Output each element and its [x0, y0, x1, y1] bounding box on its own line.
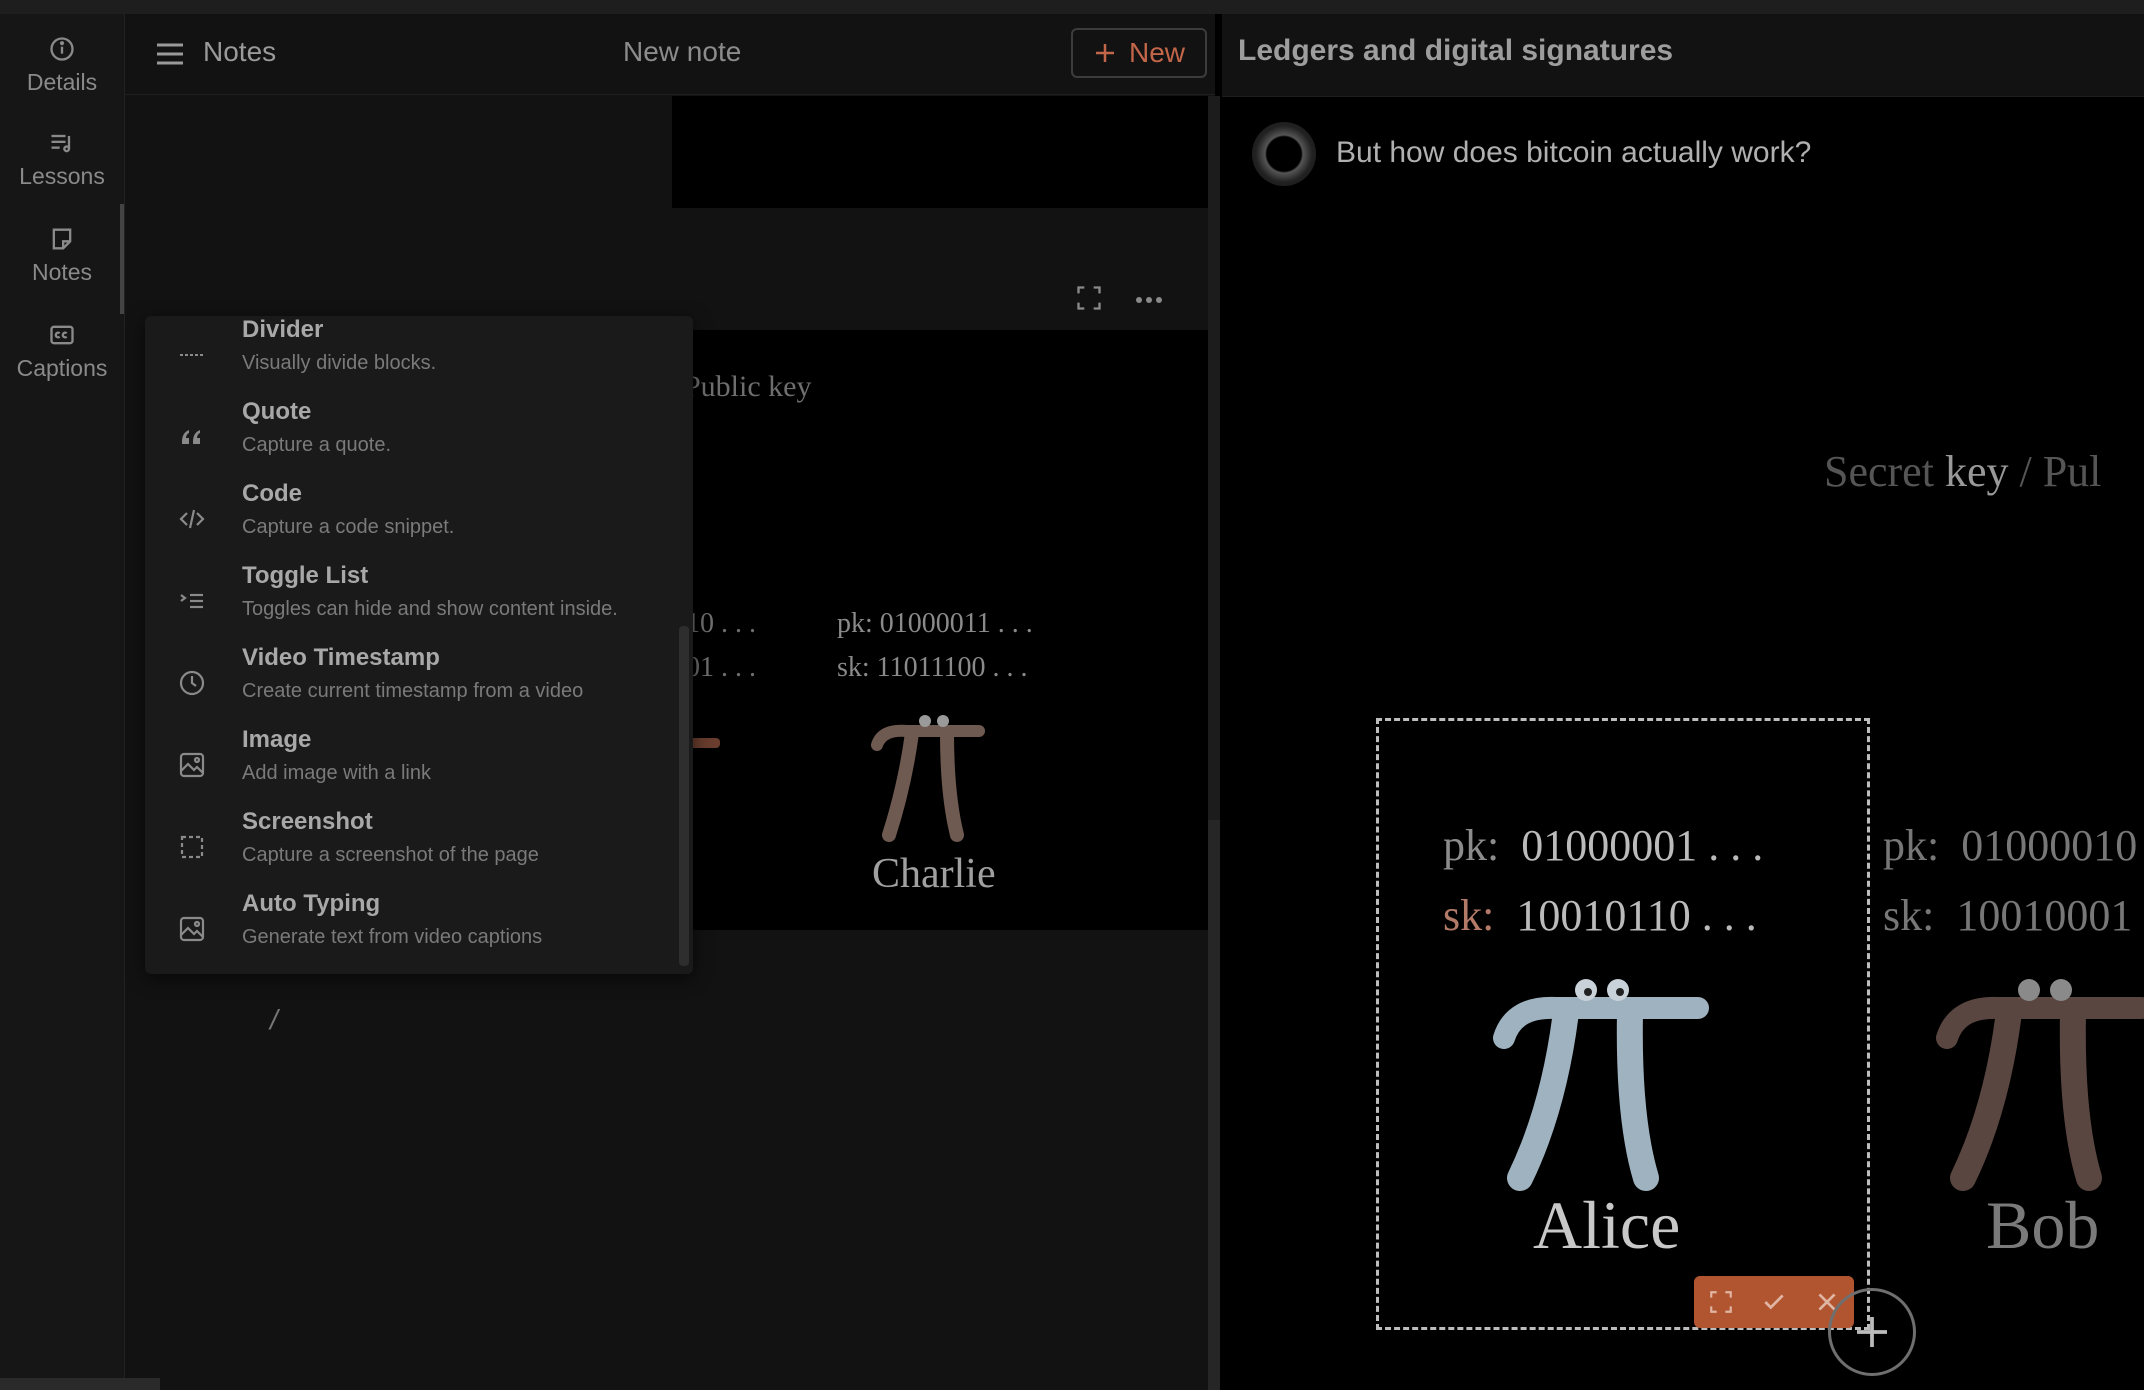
new-note-button[interactable]: New: [1071, 28, 1207, 78]
channel-logo-icon: [1252, 122, 1316, 186]
video-header: Ledgers and digital signatures: [1222, 14, 2144, 97]
menu-item-desc: Add image with a link: [242, 762, 431, 784]
auto-typing-icon: [179, 916, 205, 942]
lesson-title: Ledgers and digital signatures: [1238, 34, 1674, 67]
rail-item-notes[interactable]: Notes: [0, 210, 124, 300]
note-image-public-key: Public key: [684, 370, 812, 403]
menu-item-title: Video Timestamp: [242, 644, 440, 671]
menu-item-auto-typing[interactable]: Auto Typing Generate text from video cap…: [145, 890, 685, 972]
menu-icon[interactable]: [155, 42, 185, 66]
menu-item-desc: Capture a quote.: [242, 434, 391, 456]
pi-character-bob: [1936, 979, 2144, 1191]
menu-item-desc: Capture a screenshot of the page: [242, 844, 539, 866]
rail-active-indicator: [120, 204, 124, 314]
captions-icon: [50, 325, 74, 344]
key-word: key: [1944, 447, 2009, 496]
notes-title: Notes: [203, 36, 277, 67]
menu-item-title: Divider: [242, 316, 324, 343]
rail-label-captions: Captions: [16, 354, 108, 381]
plus-icon: [1095, 44, 1114, 62]
alice-name: Alice: [1533, 1187, 1681, 1263]
crosshair-cursor: [1828, 1288, 1916, 1376]
bob-pk: pk: 01000010: [1883, 820, 2137, 871]
alice-pk-value: 01000001 . . .: [1521, 821, 1764, 870]
confirm-check-icon[interactable]: [1761, 1289, 1787, 1315]
menu-item-desc: Toggles can hide and show content inside…: [242, 598, 618, 620]
rail-item-lessons[interactable]: Lessons: [0, 114, 124, 204]
menu-item-desc: Generate text from video captions: [242, 926, 543, 948]
alice-pk: pk: 01000001 . . .: [1443, 820, 1763, 871]
alice-sk-label: sk:: [1443, 891, 1495, 940]
toggle-list-icon: [180, 593, 203, 609]
new-button-label: New: [1128, 37, 1185, 68]
note-screenshot-image: Public key 010 . . . 001 . . . pk: 01000…: [672, 330, 1212, 930]
image-icon: [179, 752, 205, 778]
menu-item-title: Auto Typing: [242, 890, 381, 917]
pi-character-charlie: [871, 715, 985, 842]
note-icon: [52, 228, 72, 249]
menu-item-quote[interactable]: Quote Capture a quote.: [145, 398, 685, 480]
note-image-sk: sk: 11011100 . . .: [837, 652, 1028, 683]
menu-item-image[interactable]: Image Add image with a link: [145, 726, 685, 808]
menu-item-title: Toggle List: [242, 562, 369, 589]
editor-slash-input[interactable]: /: [270, 1004, 278, 1036]
menu-item-divider[interactable]: Divider Visually divide blocks.: [145, 316, 685, 398]
more-icon[interactable]: [1135, 296, 1163, 304]
alice-sk: sk: 10010110 . . .: [1443, 890, 1757, 941]
bob-sk-label: sk:: [1883, 891, 1935, 940]
video-channel-title: But how does bitcoin actually work?: [1336, 136, 1812, 169]
left-rail: Details Lessons Notes Captions: [0, 14, 125, 1390]
notes-header: Notes New note New: [125, 14, 1215, 95]
screenshot-icon: [180, 835, 204, 859]
clock-icon: [179, 670, 205, 696]
notes-scrollbar[interactable]: [1208, 820, 1220, 1390]
rail-item-captions[interactable]: Captions: [0, 306, 124, 396]
fullscreen-icon[interactable]: [1075, 284, 1103, 312]
video-player[interactable]: But how does bitcoin actually work? Secr…: [1228, 98, 2144, 1390]
bob-sk: sk: 10010001: [1883, 890, 2132, 941]
code-icon: [179, 509, 205, 529]
menu-item-code[interactable]: Code Capture a code snippet.: [145, 480, 685, 562]
quote-icon: [182, 430, 200, 444]
rail-label-lessons: Lessons: [19, 162, 105, 189]
rail-item-details[interactable]: Details: [0, 20, 124, 110]
pi-character-alice: [1493, 979, 1709, 1191]
menu-item-screenshot[interactable]: Screenshot Capture a screenshot of the p…: [145, 808, 685, 890]
info-icon: [50, 36, 74, 61]
rail-label-details: Details: [26, 68, 98, 95]
menu-item-desc: Create current timestamp from a video: [242, 680, 584, 702]
note-image-pk: pk: 01000011 . . .: [837, 608, 1033, 639]
bob-sk-value: 10010001: [1956, 891, 2133, 940]
divider-icon: [180, 354, 204, 356]
slash-command-menu: Divider Visually divide blocks. Quote Ca…: [145, 316, 693, 974]
bob-name: Bob: [1986, 1187, 2100, 1263]
bob-pk-label: pk:: [1883, 821, 1940, 870]
menu-item-title: Image: [242, 726, 312, 753]
playlist-icon: [51, 134, 71, 152]
rail-label-notes: Notes: [31, 258, 93, 285]
menu-item-title: Screenshot: [242, 808, 373, 835]
menu-item-desc: Visually divide blocks.: [242, 352, 437, 374]
crop-fullscreen-icon[interactable]: [1708, 1289, 1734, 1315]
status-bar-fragment: [0, 1378, 160, 1390]
menu-item-desc: Capture a code snippet.: [242, 516, 455, 538]
note-image-charlie: Charlie: [872, 851, 996, 897]
alice-pk-label: pk:: [1443, 821, 1500, 870]
new-note-title-input[interactable]: New note: [623, 36, 741, 68]
crosshair-icon: [1857, 1317, 1887, 1347]
menu-item-title: Code: [242, 480, 302, 507]
bob-pk-value: 01000010: [1961, 821, 2138, 870]
secret-word: Secret: [1824, 447, 1934, 496]
video-secret-key-heading: Secret key / Pul: [1824, 446, 2101, 497]
alice-sk-value: 10010110 . . .: [1516, 891, 1757, 940]
public-fragment: / Pul: [2008, 447, 2102, 496]
menu-item-toggle-list[interactable]: Toggle List Toggles can hide and show co…: [145, 562, 685, 644]
menu-item-title: Quote: [242, 398, 312, 425]
window-top-bar: [0, 0, 2144, 14]
menu-scrollbar[interactable]: [679, 626, 689, 966]
note-image-previous: [672, 96, 1212, 208]
menu-item-video-timestamp[interactable]: Video Timestamp Create current timestamp…: [145, 644, 685, 726]
